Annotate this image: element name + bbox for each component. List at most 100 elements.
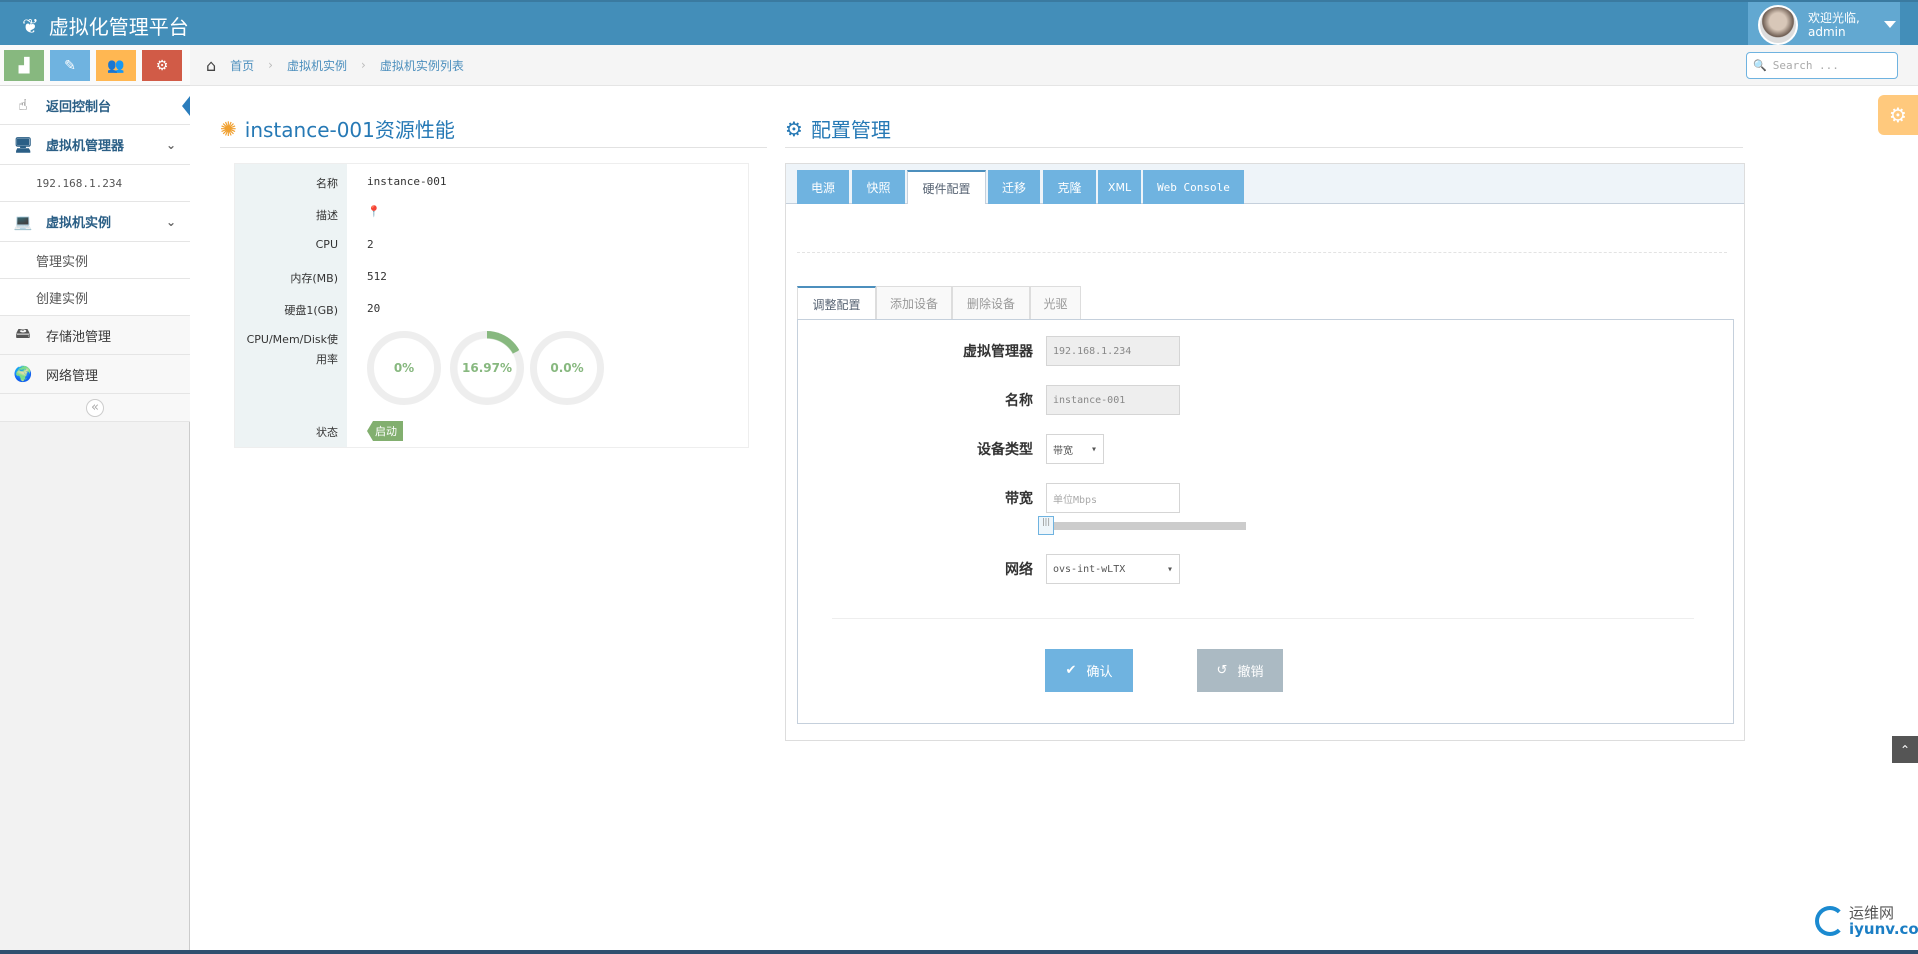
breadcrumb-instances[interactable]: 虚拟机实例	[287, 57, 347, 74]
config-title-text: 配置管理	[810, 118, 891, 142]
cancel-button[interactable]: ↺ 撤销	[1197, 649, 1283, 692]
name-label: 名称	[316, 177, 338, 190]
status-badge: 启动	[367, 421, 403, 441]
divider	[832, 618, 1694, 619]
breadcrumb-instance-list[interactable]: 虚拟机实例列表	[380, 57, 464, 74]
breadcrumb-separator: ›	[268, 58, 273, 72]
settings-gear-icon[interactable]: ⚙	[1878, 95, 1918, 135]
username: admin	[1808, 24, 1846, 39]
search-input[interactable]: 🔍 Search ...	[1746, 52, 1898, 79]
watermark: 运维网iyunv.com	[1815, 905, 1918, 937]
tab-snapshot[interactable]: 快照	[852, 170, 905, 204]
tab-clone[interactable]: 克隆	[1043, 170, 1096, 204]
caret-down-icon: ▾	[1166, 563, 1173, 575]
sidebar-item-label: 虚拟机实例	[46, 216, 112, 231]
mem-usage-ring: 16.97%	[450, 331, 524, 405]
disk-label: 硬盘1(GB)	[284, 304, 338, 317]
hand-icon: ☝	[18, 96, 28, 114]
pencil-icon[interactable]: ✎	[50, 50, 90, 81]
collapse-icon[interactable]: «	[86, 398, 104, 417]
sidebar-item-instances[interactable]: 💻 虚拟机实例 ⌄	[0, 202, 190, 242]
usage-label: CPU/Mem/Disk使用率	[246, 333, 338, 366]
watermark-logo-icon	[1815, 906, 1845, 936]
config-title: ⚙ 配置管理	[785, 114, 891, 143]
divider	[220, 147, 767, 148]
tab-hardware[interactable]: 硬件配置	[907, 170, 986, 204]
users-icon[interactable]: 👥	[96, 50, 136, 81]
network-label: 网络	[1005, 562, 1033, 578]
chevron-down-icon: ⌄	[165, 214, 176, 229]
sidebar-collapse[interactable]: «	[0, 394, 190, 422]
sidebar-item-create-instance[interactable]: 创建实例	[0, 279, 190, 316]
tab-xml[interactable]: XML	[1098, 170, 1141, 204]
taskbar-strip	[0, 950, 1918, 954]
disk-usage-ring: 0.0%	[530, 331, 604, 405]
user-menu[interactable]: 欢迎光临, admin	[1748, 2, 1900, 47]
status-label: 状态	[316, 426, 338, 439]
sidebar-item-network[interactable]: 🌍 网络管理	[0, 355, 190, 394]
resource-title: ✺ instance-001资源性能	[220, 114, 455, 143]
memory-value: 512	[367, 270, 387, 283]
bandwidth-label: 带宽	[1005, 491, 1033, 507]
subtab-remove-device[interactable]: 删除设备	[952, 286, 1030, 320]
name-field[interactable]: instance-001	[1046, 385, 1180, 415]
cogs-icon[interactable]: ⚙	[142, 50, 182, 81]
device-type-select[interactable]: 带宽 ▾	[1046, 434, 1104, 464]
sidebar-item-hypervisor[interactable]: 🖥 虚拟机管理器 ⌄	[0, 125, 190, 165]
hdd-icon: 🖴	[15, 323, 31, 342]
bandwidth-input[interactable]: 单位Mbps	[1046, 483, 1180, 513]
avatar	[1758, 4, 1798, 45]
network-select[interactable]: ovs-int-wLTX ▾	[1046, 554, 1180, 584]
cpu-usage-text: 0%	[393, 361, 415, 375]
brand[interactable]: ❦ 虚拟化管理平台	[22, 11, 189, 40]
globe-icon: 🌍	[13, 365, 33, 383]
caret-down-icon: ▾	[1090, 443, 1097, 455]
divider	[785, 147, 1743, 148]
tab-web-console[interactable]: Web Console	[1143, 170, 1244, 204]
memory-label: 内存(MB)	[290, 272, 338, 285]
cancel-label: 撤销	[1237, 665, 1264, 680]
dashed-divider	[797, 252, 1727, 253]
sidebar-item-label: 创建实例	[36, 291, 89, 307]
device-type-label: 设备类型	[977, 442, 1033, 458]
shortcut-buttons: ▟ ✎ 👥 ⚙	[0, 45, 190, 86]
sidebar-item-label: 网络管理	[46, 368, 99, 384]
subtab-adjust[interactable]: 调整配置	[797, 286, 876, 320]
brand-text: 虚拟化管理平台	[48, 15, 189, 39]
cpu-usage-ring: 0%	[367, 331, 441, 405]
home-icon[interactable]: ⌂	[206, 56, 216, 75]
desktop-icon: 🖥	[13, 135, 33, 154]
welcome-text: 欢迎光临,	[1808, 10, 1860, 25]
hypervisor-label: 虚拟管理器	[963, 344, 1033, 360]
subtab-add-device[interactable]: 添加设备	[876, 286, 952, 320]
network-value: ovs-int-wLTX	[1053, 563, 1126, 575]
tab-migrate[interactable]: 迁移	[988, 170, 1040, 204]
slider-handle[interactable]: |||	[1038, 516, 1054, 535]
scroll-top-icon[interactable]: ⌃	[1892, 736, 1918, 763]
spinner-icon: ✺	[220, 116, 237, 141]
sidebar-item-manage-instances[interactable]: 管理实例	[0, 242, 190, 279]
confirm-button[interactable]: ✔ 确认	[1045, 649, 1133, 692]
caret-down-icon	[1883, 21, 1896, 28]
search-icon: 🔍	[1753, 59, 1767, 72]
instance-info-table: 名称 instance-001 描述 📍 CPU 2 内存(MB) 512 硬盘1(GB…	[234, 163, 749, 448]
sidebar-item-storage[interactable]: 🖴 存储池管理	[0, 316, 190, 355]
confirm-label: 确认	[1086, 665, 1113, 680]
signal-icon[interactable]: ▟	[4, 50, 44, 81]
sidebar-item-label: 192.168.1.234	[36, 176, 123, 190]
bandwidth-slider[interactable]	[1046, 522, 1246, 530]
tab-power[interactable]: 电源	[797, 170, 849, 204]
watermark-en: iyunv.com	[1849, 920, 1918, 938]
resource-title-text: instance-001资源性能	[244, 118, 455, 142]
chevron-down-icon: ⌄	[165, 137, 176, 152]
map-marker-icon[interactable]: 📍	[367, 205, 381, 218]
device-type-value: 带宽	[1053, 445, 1073, 457]
check-icon: ✔	[1065, 663, 1077, 678]
hypervisor-field[interactable]: 192.168.1.234	[1046, 336, 1180, 366]
sidebar-item-host[interactable]: 192.168.1.234	[0, 165, 190, 202]
breadcrumb-home[interactable]: 首页	[230, 57, 254, 74]
sidebar-item-dashboard[interactable]: ☝ 返回控制台	[0, 86, 190, 125]
cogs-icon: ⚙	[785, 116, 803, 141]
subtab-cdrom[interactable]: 光驱	[1030, 286, 1081, 320]
leaf-icon: ❦	[22, 13, 39, 38]
